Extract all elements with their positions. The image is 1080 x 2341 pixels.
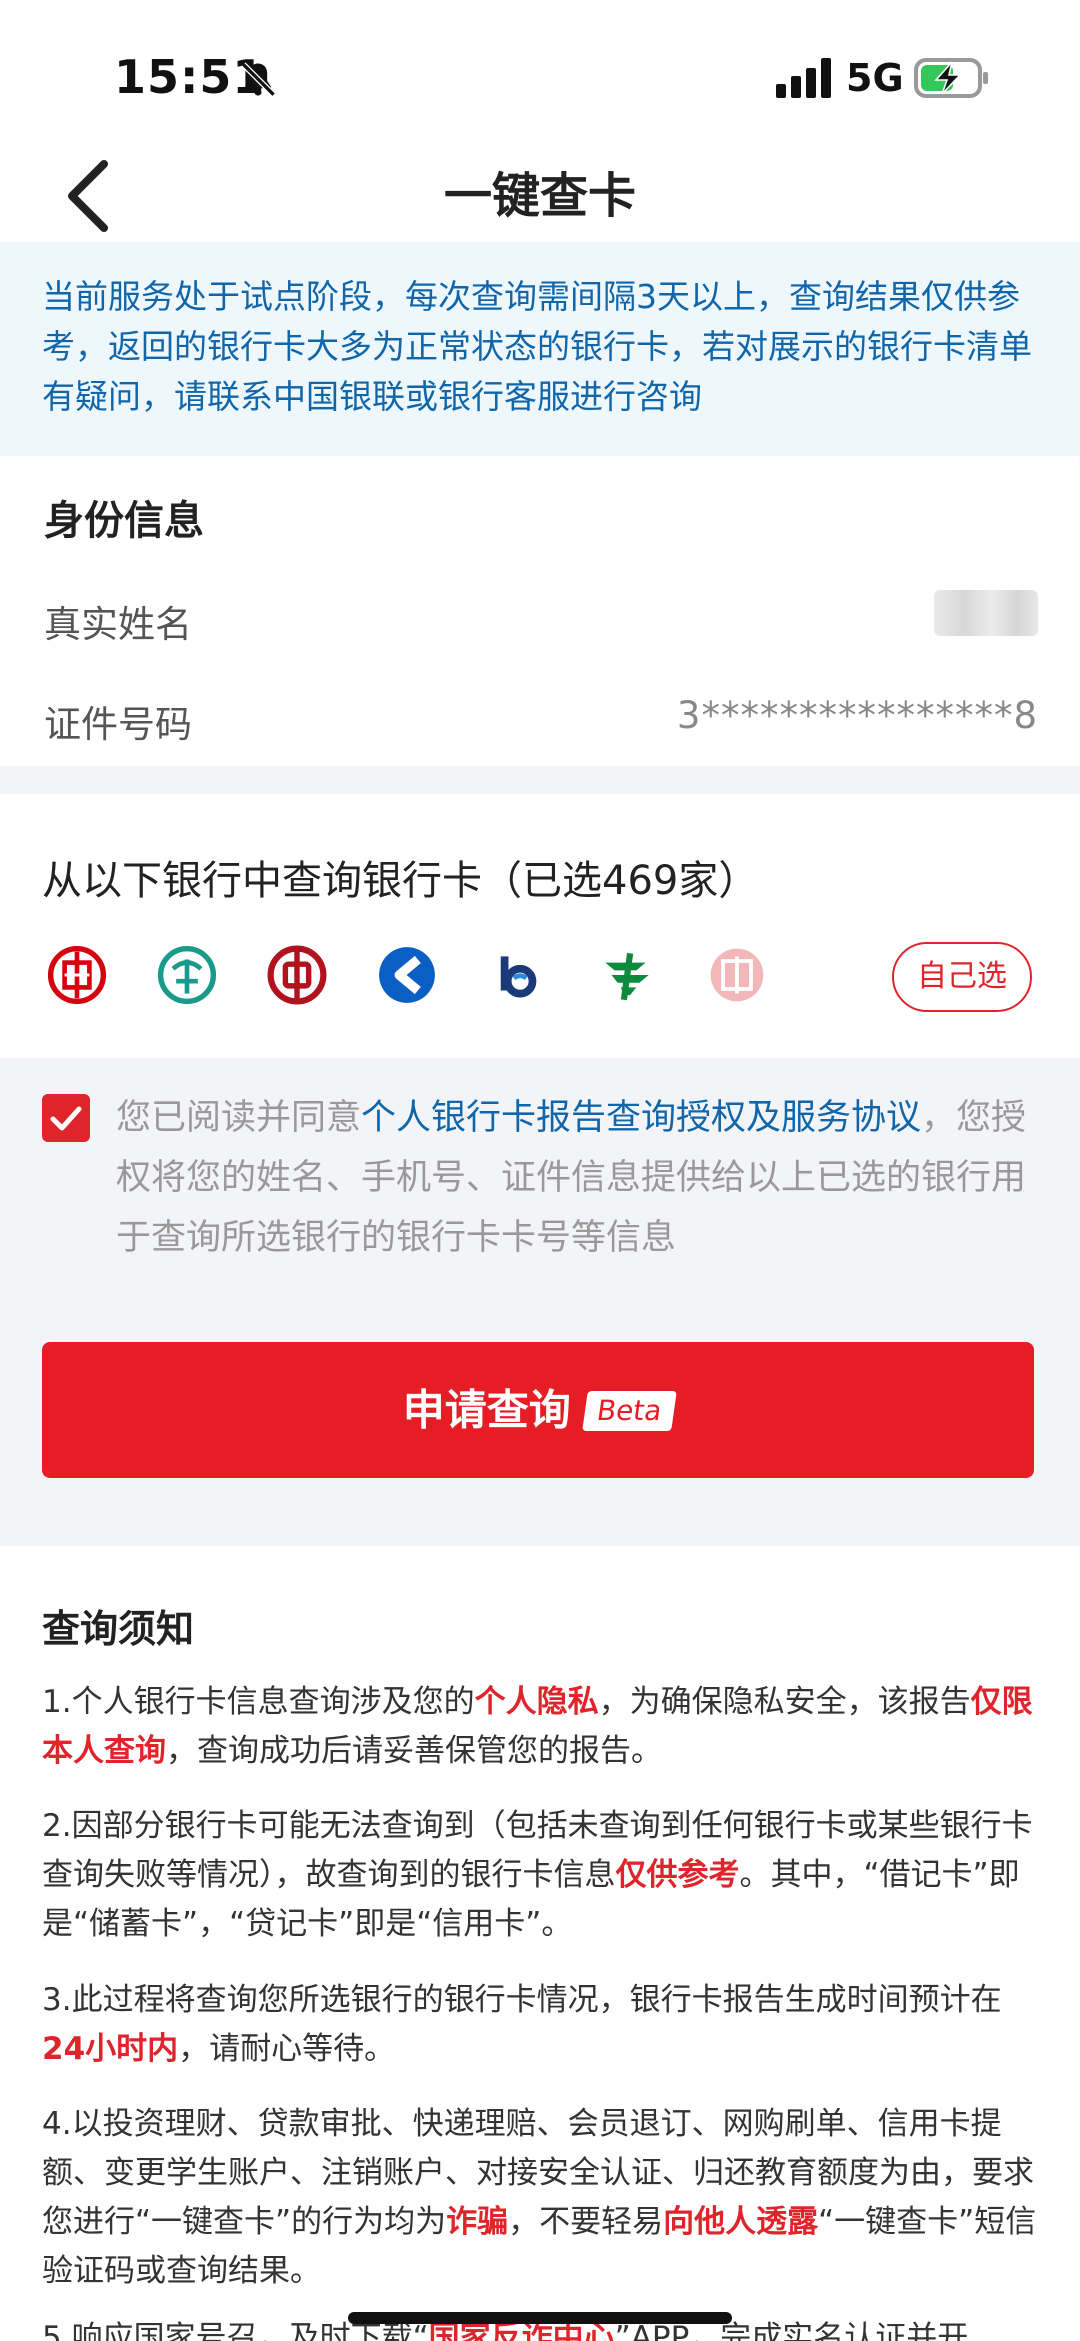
nav-bar: 一键查卡 <box>0 150 1080 242</box>
instruction-item-1: 1.个人银行卡信息查询涉及您的个人隐私，为确保隐私安全，该报告仅限本人查询，查询… <box>42 1684 1033 1769</box>
psbc-logo <box>605 952 649 1001</box>
checkmark-icon <box>50 1106 82 1131</box>
pilot-notice: 当前服务处于试点阶段，每次查询需间隔3天以上，查询结果仅供参考，返回的银行卡大多… <box>0 242 1080 456</box>
citic-logo <box>710 948 764 1002</box>
apply-query-button[interactable]: 申请查询 Beta <box>42 1342 1034 1478</box>
agreement-section: 您已阅读并同意个人银行卡报告查询授权及服务协议，您授权将您的姓名、手机号、证件信… <box>0 1058 1080 1546</box>
ccb-logo <box>379 947 435 1003</box>
identity-section: 身份信息 真实姓名 证件号码 3****************8 <box>0 456 1080 766</box>
abc-logo <box>157 945 217 1005</box>
query-instructions: 查询须知 1.个人银行卡信息查询涉及您的个人隐私，为确保隐私安全，该报告仅限本人… <box>0 1546 1080 2341</box>
boc-logo <box>267 945 327 1005</box>
home-indicator[interactable] <box>348 2312 732 2324</box>
identity-heading: 身份信息 <box>44 498 204 544</box>
network-type: 5G <box>846 56 904 100</box>
agreement-text: 您已阅读并同意个人银行卡报告查询授权及服务协议，您授权将您的姓名、手机号、证件信… <box>116 1088 1046 1268</box>
id-number-label: 证件号码 <box>44 703 192 746</box>
banks-heading: 从以下银行中查询银行卡（已选469家） <box>42 858 759 904</box>
icbc-logo <box>47 945 107 1005</box>
mute-bell-icon <box>241 62 276 97</box>
battery-charging-icon <box>914 58 988 98</box>
instructions-heading: 查询须知 <box>42 1607 195 1651</box>
id-number-value: 3****************8 <box>676 694 1038 737</box>
section-divider <box>0 766 1080 794</box>
page-title: 一键查卡 <box>443 168 636 224</box>
bocom-logo <box>500 956 537 998</box>
real-name-value-blurred <box>934 590 1038 636</box>
agreement-prefix: 您已阅读并同意 <box>116 1098 362 1138</box>
notice-text: 当前服务处于试点阶段，每次查询需间隔3天以上，查询结果仅供参考，返回的银行卡大多… <box>42 277 1032 416</box>
cellular-signal-icon <box>776 58 831 98</box>
status-bar: 15:51 5G <box>0 0 1080 150</box>
agreement-link[interactable]: 个人银行卡报告查询授权及服务协议 <box>361 1098 921 1138</box>
self-select-button[interactable]: 自己选 <box>892 942 1032 1012</box>
beta-badge: Beta <box>581 1390 677 1431</box>
real-name-label: 真实姓名 <box>44 603 192 646</box>
bank-selection-section: 从以下银行中查询银行卡（已选469家） 自己选 <box>0 794 1080 1058</box>
instruction-item-2: 2.因部分银行卡可能无法查询到（包括未查询到任何银行卡或某些银行卡查询失败等情况… <box>42 1808 1033 1942</box>
instruction-item-3: 3.此过程将查询您所选银行的银行卡情况，银行卡报告生成时间预计在24小时内，请耐… <box>42 1982 1002 2067</box>
apply-label: 申请查询 <box>402 1385 571 1435</box>
instruction-item-4: 4.以投资理财、贷款审批、快递理赔、会员退订、网购刷单、信用卡提额、变更学生账户… <box>42 2106 1037 2289</box>
agreement-checkbox[interactable] <box>42 1094 90 1142</box>
